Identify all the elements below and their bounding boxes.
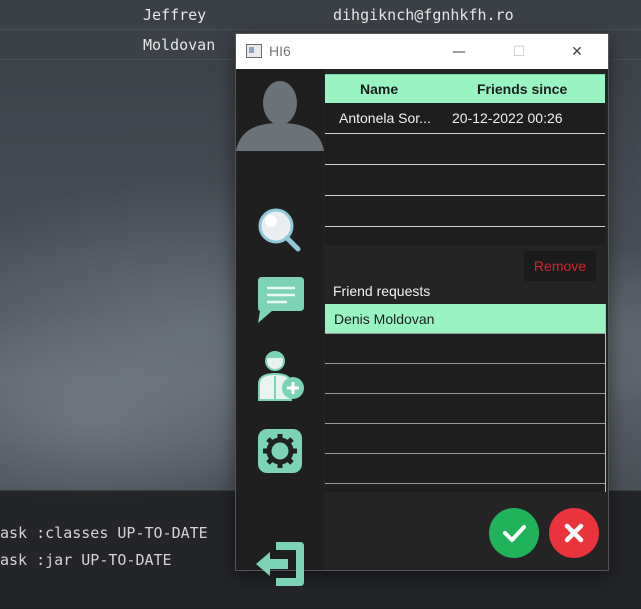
chat-icon[interactable]: [250, 267, 310, 327]
list-item[interactable]: [325, 334, 605, 364]
friends-table-header: Name Friends since: [325, 74, 605, 103]
sidebar: [236, 69, 324, 586]
background-email-cell: dihgiknch@fgnhkfh.ro: [333, 6, 514, 24]
avatar-icon[interactable]: [236, 77, 324, 151]
column-header-friends-since[interactable]: Friends since: [477, 81, 567, 97]
decline-button[interactable]: [549, 508, 599, 558]
console-line: ask :jar UP-TO-DATE: [0, 551, 172, 569]
window-title: HI6: [269, 43, 291, 59]
list-item[interactable]: Denis Moldovan: [325, 304, 605, 334]
friend-requests-label: Friend requests: [333, 283, 431, 299]
friends-table: Name Friends since Antonela Sor... 20-12…: [325, 74, 605, 245]
friend-since-cell: 20-12-2022 00:26: [452, 110, 563, 126]
table-row[interactable]: [325, 165, 605, 196]
table-row[interactable]: Antonela Sor... 20-12-2022 00:26: [325, 103, 605, 134]
friend-requests-list: Denis Moldovan: [325, 304, 606, 492]
checkmark-icon: [503, 525, 526, 542]
close-button[interactable]: ✕: [554, 34, 600, 69]
logout-icon[interactable]: [250, 534, 310, 594]
column-header-name[interactable]: Name: [360, 81, 398, 97]
friends-window: HI6 — ☐ ✕ Name Friends since Antonela So…: [236, 34, 608, 586]
table-row[interactable]: [325, 134, 605, 165]
add-friend-icon[interactable]: [250, 342, 310, 402]
background-table-row: Jeffrey dihgiknch@fgnhkfh.ro: [0, 0, 641, 30]
background-name-cell: Moldovan: [143, 36, 216, 54]
search-icon[interactable]: [250, 200, 310, 260]
table-row[interactable]: [325, 196, 605, 227]
list-item[interactable]: [325, 454, 605, 484]
settings-icon[interactable]: [250, 421, 310, 481]
background-name-cell: Jeffrey: [143, 6, 207, 24]
list-item[interactable]: [325, 424, 605, 454]
app-icon: [246, 44, 262, 58]
request-name: Denis Moldovan: [334, 311, 435, 327]
minimize-button[interactable]: —: [436, 34, 482, 69]
remove-button[interactable]: Remove: [524, 251, 596, 281]
x-icon: [564, 523, 584, 543]
list-item[interactable]: [325, 394, 605, 424]
friend-name-cell: Antonela Sor...: [339, 110, 431, 126]
accept-button[interactable]: [489, 508, 539, 558]
list-item[interactable]: [325, 364, 605, 394]
maximize-button[interactable]: ☐: [496, 34, 542, 69]
console-line: ask :classes UP-TO-DATE: [0, 524, 208, 542]
title-bar[interactable]: HI6 — ☐ ✕: [236, 34, 608, 69]
